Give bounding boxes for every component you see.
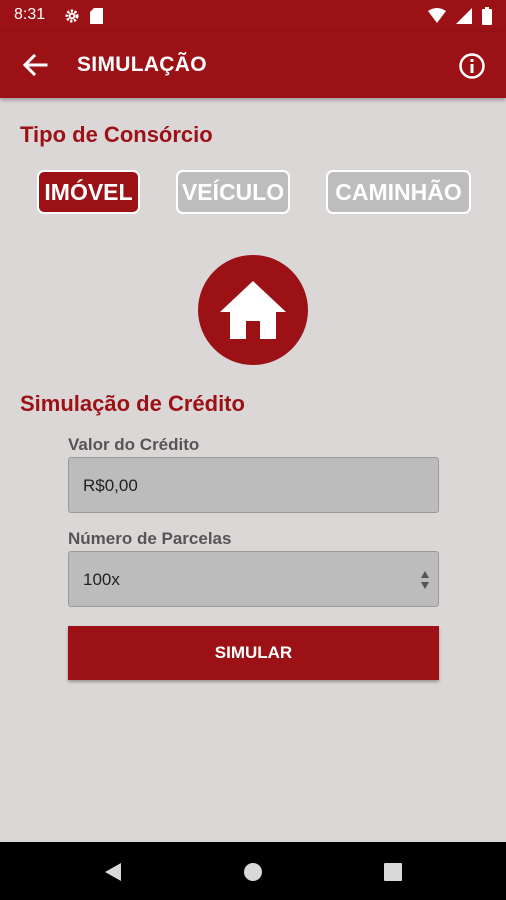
select-arrows-icon xyxy=(421,571,429,589)
house-icon xyxy=(220,281,286,339)
tab-veiculo[interactable]: VEÍCULO xyxy=(176,170,290,214)
consorcio-section-title: Tipo de Consórcio xyxy=(20,122,213,147)
credito-section-title: Simulação de Crédito xyxy=(20,391,245,416)
numero-parcelas-value: 100x xyxy=(83,570,120,589)
app-bar: SIMULAÇÃO xyxy=(0,32,506,98)
signal-icon xyxy=(456,8,472,24)
wifi-icon xyxy=(428,8,446,23)
back-triangle-icon[interactable] xyxy=(102,861,124,883)
gear-icon xyxy=(65,9,79,23)
numero-parcelas-label: Número de Parcelas xyxy=(68,529,232,548)
system-nav-bar xyxy=(0,842,506,900)
page-title: SIMULAÇÃO xyxy=(77,53,207,76)
arrow-left-icon[interactable] xyxy=(20,50,50,80)
status-time: 8:31 xyxy=(14,6,46,23)
status-bar: 8:31 xyxy=(0,0,506,32)
home-circle-icon[interactable] xyxy=(242,861,264,883)
selected-type-badge xyxy=(198,255,308,365)
battery-icon xyxy=(482,7,492,25)
valor-credito-value: R$0,00 xyxy=(83,476,138,495)
tab-imovel[interactable]: IMÓVEL xyxy=(37,170,140,214)
numero-parcelas-select[interactable]: 100x xyxy=(68,551,439,607)
valor-credito-label: Valor do Crédito xyxy=(68,435,200,454)
valor-credito-input[interactable]: R$0,00 xyxy=(68,457,439,513)
sd-card-icon xyxy=(90,8,103,24)
recents-square-icon[interactable] xyxy=(382,861,404,883)
simular-button[interactable]: SIMULAR xyxy=(68,626,439,680)
info-icon[interactable] xyxy=(458,52,486,80)
tab-caminhao[interactable]: CAMINHÃO xyxy=(326,170,471,214)
